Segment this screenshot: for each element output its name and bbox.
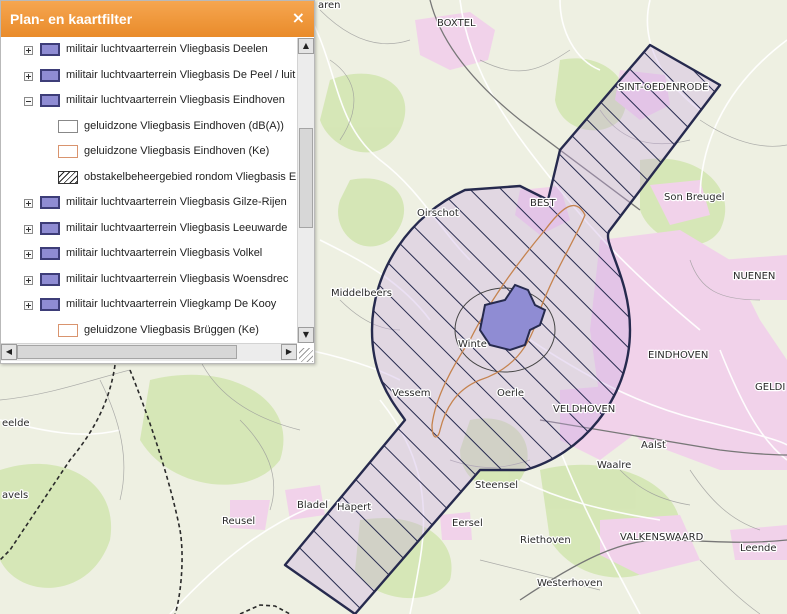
layer-label: geluidzone Vliegbasis Eindhoven (dB(A)) (84, 119, 284, 132)
legend-swatch-icon (58, 145, 78, 158)
expand-icon[interactable] (24, 199, 33, 208)
place-label-best: BEST (530, 198, 557, 209)
layer-label: geluidzone Vliegbasis Eindhoven (Ke) (84, 145, 270, 157)
vertical-scrollbar[interactable]: ▲ ▼ (297, 38, 314, 343)
scroll-right-icon[interactable]: ▶ (281, 344, 297, 360)
place-label-boxtel: BOXTEL (437, 18, 476, 29)
expand-icon[interactable] (24, 301, 33, 310)
layer-item[interactable]: militair luchtvaarterrein Vliegbasis Lee… (1, 219, 297, 239)
layer-item[interactable]: militair luchtvaarterrein Vliegbasis Vol… (1, 244, 297, 264)
place-label-wintelre: Winte (458, 339, 487, 350)
legend-swatch-icon (40, 272, 60, 286)
place-label-bladel: Bladel (297, 500, 328, 511)
layer-item[interactable]: militair luchtvaarterrein Vliegkamp De K… (1, 295, 297, 315)
scrollbar-thumb[interactable] (299, 128, 313, 228)
scrollbar-thumb[interactable] (17, 345, 237, 359)
layer-item[interactable]: geluidzone Vliegbasis Brüggen (Ke) (1, 321, 297, 341)
scroll-up-icon[interactable]: ▲ (298, 38, 314, 54)
panel-title: Plan- en kaartfilter (10, 11, 133, 27)
place-label-steensel: Steensel (475, 480, 518, 491)
legend-swatch-icon (40, 68, 60, 82)
place-label-nuenen: NUENEN (733, 271, 775, 282)
place-label-eindhoven: EINDHOVEN (648, 350, 708, 361)
place-label-lavels: avels (2, 490, 28, 501)
layer-item[interactable]: militair luchtvaarterrein Vliegbasis Dee… (1, 40, 297, 60)
place-label-geldrop: GELDI (755, 382, 785, 393)
place-label-middelbeers: Middelbeers (331, 288, 392, 299)
place-label-waalre: Waalre (597, 460, 631, 471)
layer-item[interactable]: militair luchtvaarterrein Vliegbasis De … (1, 66, 297, 86)
plan-kaartfilter-panel: Plan- en kaartfilter × militair luchtvaa… (0, 0, 315, 364)
scroll-left-icon[interactable]: ◀ (1, 344, 17, 360)
place-label-son-breugel: Son Breugel (664, 192, 725, 203)
expand-icon[interactable] (24, 71, 33, 81)
layer-label: militair luchtvaarterrein Vliegkamp De K… (66, 298, 277, 310)
place-label-oerle: Oerle (497, 388, 524, 399)
legend-swatch-icon (40, 43, 60, 56)
legend-swatch-icon (40, 94, 60, 107)
layer-item[interactable]: militair luchtvaarterrein Vliegbasis Ein… (1, 91, 297, 111)
layer-item[interactable]: obstakelbeheergebied rondom Vliegbasis E (1, 168, 297, 188)
close-icon[interactable]: × (292, 9, 305, 27)
place-label-valkenswaard: VALKENSWAARD (620, 532, 704, 543)
resize-grip-icon[interactable] (299, 348, 313, 362)
expand-icon[interactable] (24, 250, 33, 259)
place-label-eelde: eelde (2, 418, 30, 429)
place-label: aren (318, 0, 341, 11)
legend-swatch-icon (58, 119, 78, 133)
layer-item[interactable]: militair luchtvaarterrein Vliegbasis Gil… (1, 193, 297, 213)
expand-icon[interactable] (24, 224, 33, 234)
scroll-down-icon[interactable]: ▼ (298, 327, 314, 343)
place-label-aalst: Aalst (641, 440, 666, 451)
place-label-reusel: Reusel (222, 516, 255, 527)
expand-icon[interactable] (24, 46, 33, 55)
place-label-riethoven: Riethoven (520, 535, 571, 546)
layer-label: militair luchtvaarterrein Vliegbasis Ein… (66, 94, 285, 106)
place-label-sint-oedenrode: SINT-OEDENRODE (618, 82, 708, 93)
legend-swatch-icon (40, 298, 60, 311)
layer-label: geluidzone Vliegbasis Brüggen (Ke) (84, 323, 259, 336)
panel-header[interactable]: Plan- en kaartfilter × (1, 1, 314, 37)
legend-swatch-icon (58, 170, 78, 184)
place-label-veldhoven: VELDHOVEN (553, 404, 615, 415)
layer-label: militair luchtvaarterrein Vliegbasis Vol… (66, 247, 263, 259)
layer-item[interactable]: militair luchtvaarterrein Vliegbasis Woe… (1, 270, 297, 290)
layer-label: militair luchtvaarterrein Vliegbasis Woe… (66, 272, 289, 285)
horizontal-scrollbar[interactable]: ◀ ▶ (1, 343, 297, 361)
layer-label: obstakelbeheergebied rondom Vliegbasis E (84, 170, 297, 183)
layer-item[interactable]: geluidzone Vliegbasis Eindhoven (Ke) (1, 142, 297, 162)
place-label-oirschot: Oirschot (417, 208, 459, 219)
layer-label: militair luchtvaarterrein Vliegbasis Lee… (66, 221, 288, 234)
legend-swatch-icon (40, 247, 60, 260)
layer-label: militair luchtvaarterrein Vliegbasis Gil… (66, 196, 287, 208)
place-label-vessem: Vessem (392, 388, 431, 399)
layer-label: militair luchtvaarterrein Vliegbasis De … (66, 68, 296, 81)
place-label-hapert: Hapert (337, 502, 371, 513)
place-label-eersel: Eersel (452, 518, 483, 529)
legend-swatch-icon (40, 221, 60, 235)
layer-item[interactable]: geluidzone Vliegbasis Eindhoven (dB(A)) (1, 117, 297, 137)
place-label-leende: Leende (740, 543, 777, 554)
collapse-icon[interactable] (24, 97, 33, 106)
place-label-westerhoven: Westerhoven (537, 578, 603, 589)
expand-icon[interactable] (24, 275, 33, 285)
legend-swatch-icon (40, 196, 60, 209)
layer-label: militair luchtvaarterrein Vliegbasis Dee… (66, 43, 268, 55)
legend-swatch-icon (58, 323, 78, 337)
layer-list: militair luchtvaarterrein Vliegbasis Dee… (1, 38, 297, 343)
